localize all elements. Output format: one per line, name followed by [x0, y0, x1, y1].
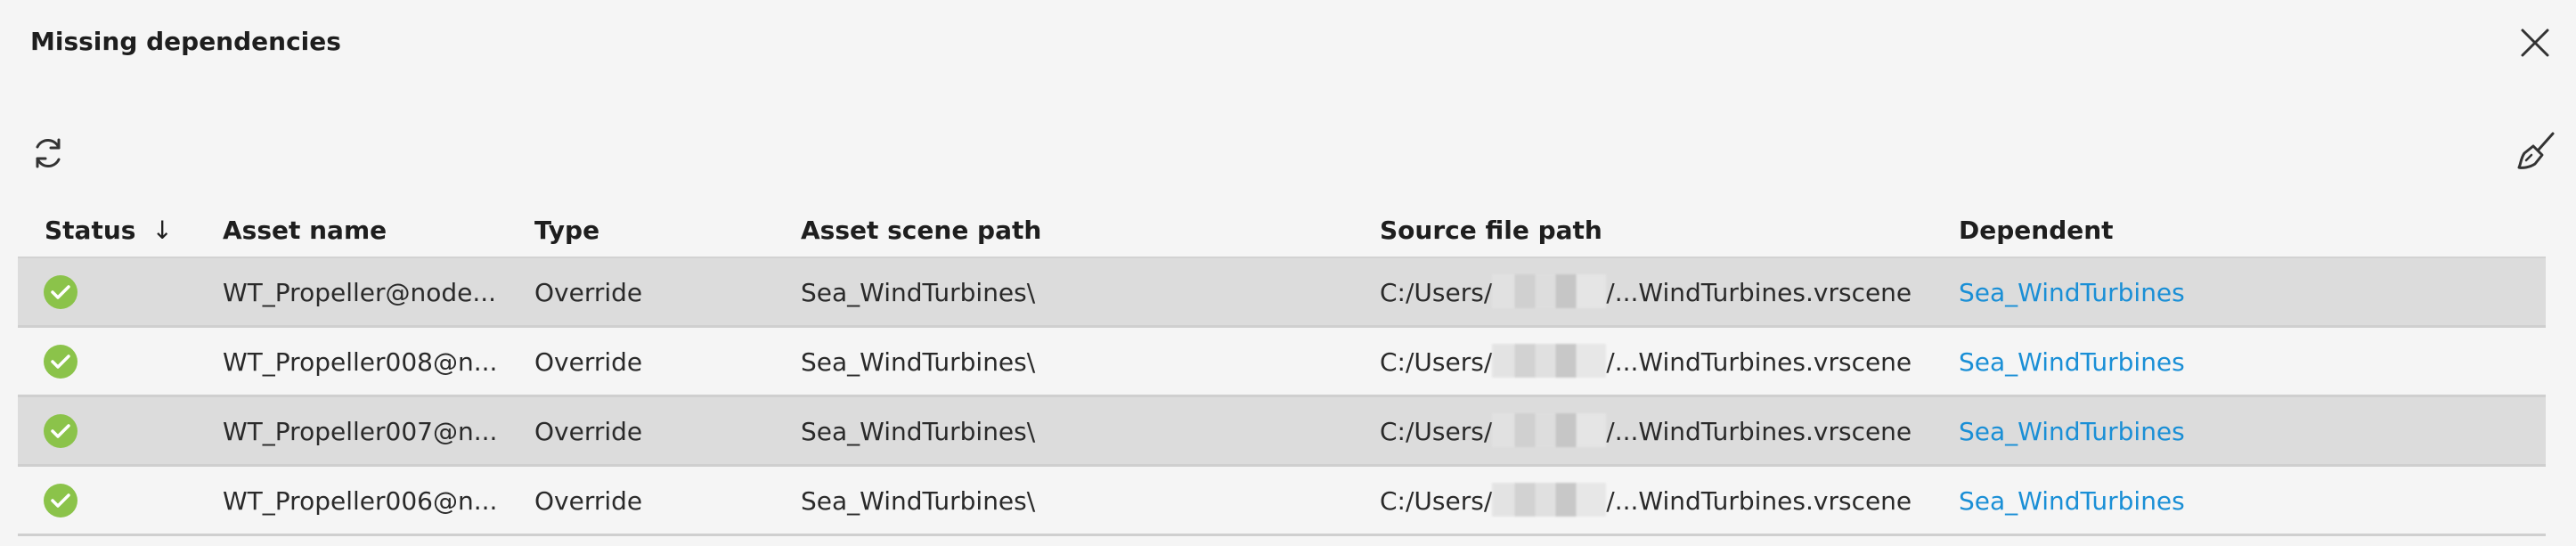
redacted-username [1492, 483, 1607, 517]
source-path-prefix: C:/Users/ [1380, 347, 1493, 377]
redacted-username [1492, 413, 1607, 447]
asset-name-cell: WT_Propeller008@n... [223, 347, 498, 377]
table-row[interactable]: WT_Propeller008@n... Override Sea_WindTu… [18, 328, 2546, 397]
source-path-suffix: /...WindTurbines.vrscene [1606, 347, 1912, 377]
refresh-button[interactable] [29, 134, 68, 173]
close-button[interactable] [2519, 27, 2551, 59]
column-header-asset-scene-path[interactable]: Asset scene path [801, 216, 1041, 245]
table-row[interactable]: WT_Propeller006@n... Override Sea_WindTu… [18, 467, 2546, 536]
column-header-source-file-path[interactable]: Source file path [1380, 216, 1602, 245]
asset-name-cell: WT_Propeller@node... [223, 278, 497, 307]
asset-name-cell: WT_Propeller007@n... [223, 417, 498, 446]
dependent-link[interactable]: Sea_WindTurbines [1959, 417, 2185, 446]
cleanup-button[interactable] [2514, 130, 2556, 173]
scene-path-cell: Sea_WindTurbines\ [801, 417, 1036, 446]
source-path-cell: C:/Users/ /...WindTurbines.vrscene [1380, 483, 1912, 517]
type-cell: Override [534, 347, 643, 377]
type-cell: Override [534, 486, 643, 516]
source-path-prefix: C:/Users/ [1380, 278, 1493, 307]
redacted-username [1492, 344, 1607, 378]
column-header-status[interactable]: Status ↓ [45, 216, 173, 245]
dependent-link[interactable]: Sea_WindTurbines [1959, 278, 2185, 307]
dependent-link[interactable]: Sea_WindTurbines [1959, 347, 2185, 377]
refresh-icon [36, 138, 61, 168]
scene-path-cell: Sea_WindTurbines\ [801, 278, 1036, 307]
source-path-cell: C:/Users/ /...WindTurbines.vrscene [1380, 274, 1912, 308]
source-path-cell: C:/Users/ /...WindTurbines.vrscene [1380, 344, 1912, 378]
source-path-prefix: C:/Users/ [1380, 417, 1493, 446]
column-header-asset-name[interactable]: Asset name [223, 216, 387, 245]
dependencies-table: Status ↓ Asset name Type Asset scene path… [18, 207, 2546, 536]
scene-path-cell: Sea_WindTurbines\ [801, 486, 1036, 516]
source-path-suffix: /...WindTurbines.vrscene [1606, 417, 1912, 446]
close-icon [2521, 29, 2549, 57]
column-label: Status [45, 216, 136, 245]
check-circle-icon [44, 484, 77, 517]
check-circle-icon [44, 275, 77, 309]
check-circle-icon [44, 345, 77, 379]
source-path-cell: C:/Users/ /...WindTurbines.vrscene [1380, 413, 1912, 447]
table-row[interactable]: WT_Propeller007@n... Override Sea_WindTu… [18, 397, 2546, 467]
redacted-username [1492, 274, 1607, 308]
dialog-title: Missing dependencies [30, 27, 341, 56]
source-path-suffix: /...WindTurbines.vrscene [1606, 486, 1912, 516]
source-path-suffix: /...WindTurbines.vrscene [1606, 278, 1912, 307]
asset-name-cell: WT_Propeller006@n... [223, 486, 498, 516]
table-header: Status ↓ Asset name Type Asset scene path… [18, 207, 2546, 258]
column-header-type[interactable]: Type [534, 216, 599, 245]
column-header-dependent[interactable]: Dependent [1959, 216, 2114, 245]
scene-path-cell: Sea_WindTurbines\ [801, 347, 1036, 377]
table-row[interactable]: WT_Propeller@node... Override Sea_WindTu… [18, 258, 2546, 328]
sort-down-icon: ↓ [151, 216, 173, 245]
type-cell: Override [534, 417, 643, 446]
type-cell: Override [534, 278, 643, 307]
source-path-prefix: C:/Users/ [1380, 486, 1493, 516]
broom-icon [2517, 132, 2555, 169]
dependent-link[interactable]: Sea_WindTurbines [1959, 486, 2185, 516]
check-circle-icon [44, 414, 77, 448]
